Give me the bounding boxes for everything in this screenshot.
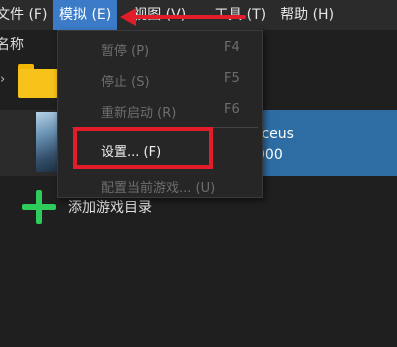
chevron-right-icon[interactable]: › — [0, 72, 5, 87]
menu-emulation[interactable]: 模拟 (E) — [53, 0, 118, 30]
plus-icon — [22, 190, 56, 224]
emulation-dropdown-menu: 暂停 (P) F4 停止 (S) F5 重新启动 (R) F6 设置... (F… — [57, 30, 263, 198]
menu-item-pause[interactable]: 暂停 (P) F4 — [58, 35, 262, 61]
menu-item-configure-current-game[interactable]: 配置当前游戏... (U) — [58, 172, 262, 198]
menu-item-restart[interactable]: 重新启动 (R) F6 — [58, 97, 262, 123]
menu-file[interactable]: 文件 (F) — [0, 0, 53, 30]
folder-icon[interactable] — [18, 64, 58, 98]
highlight-box — [73, 127, 213, 169]
name-column-header[interactable]: 名称 — [0, 37, 24, 53]
menu-help[interactable]: 帮助 (H) — [274, 0, 340, 30]
add-game-directory-label: 添加游戏目录 — [68, 200, 152, 216]
menu-item-stop[interactable]: 停止 (S) F5 — [58, 66, 262, 92]
red-arrow-annotation — [120, 8, 246, 26]
